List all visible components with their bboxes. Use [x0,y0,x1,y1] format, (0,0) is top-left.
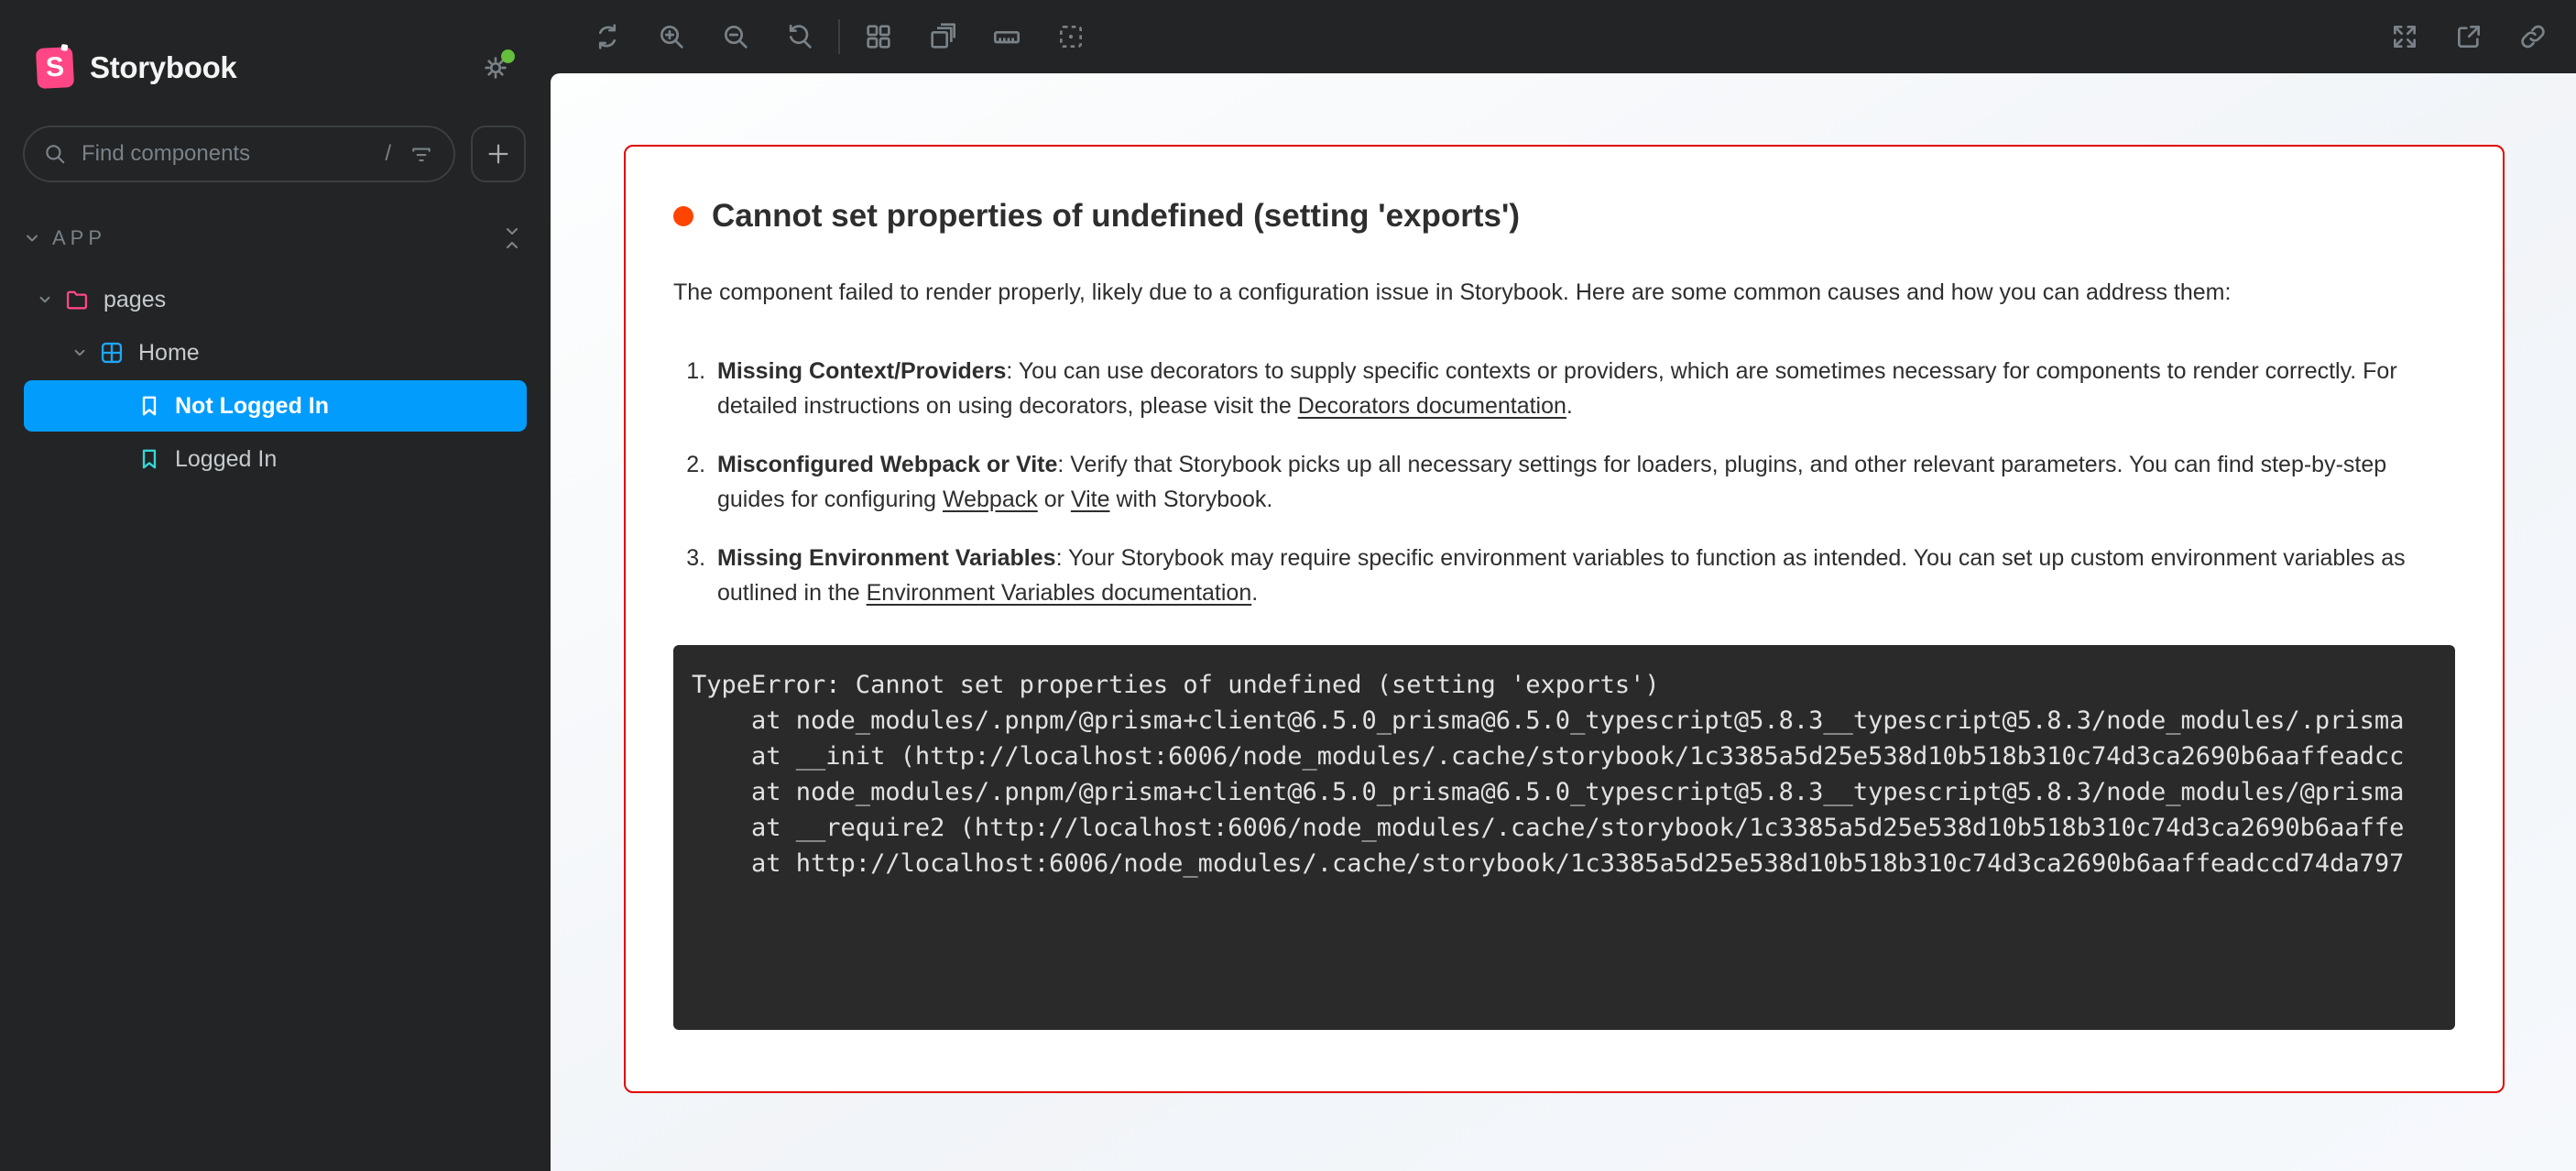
component-icon [99,340,125,366]
sidebar: S Storybook / [0,0,551,1171]
error-causes-list: Missing Context/Providers: You can use d… [673,354,2455,610]
filter-icon[interactable] [409,142,433,166]
search-icon [43,142,67,166]
toolbar-addons-group [864,22,1086,51]
error-dot-icon [673,206,693,226]
cause-term: Misconfigured Webpack or Vite [717,452,1057,477]
measure-icon[interactable] [992,22,1021,51]
toolbar-right-group [2390,22,2548,51]
stack-line: TypeError: Cannot set properties of unde… [692,667,2455,703]
chevron-down-icon[interactable] [71,345,88,361]
error-title: Cannot set properties of undefined (sett… [712,198,1520,235]
preview-canvas: Cannot set properties of undefined (sett… [551,73,2576,1171]
tree-folder-pages[interactable]: pages [24,274,527,325]
tree-item-label: Home [138,340,200,367]
notification-dot [501,49,515,63]
tree-story-not-logged-in[interactable]: Not Logged In [24,380,527,432]
logo-notch [60,44,68,51]
tree-item-label: Not Logged In [175,393,329,420]
bookmark-icon [137,447,161,471]
zoom-in-icon[interactable] [657,22,686,51]
brand-title[interactable]: Storybook [90,50,236,85]
toolbar-divider [838,19,840,54]
search-box[interactable]: / [23,126,455,182]
error-cause-item: Missing Context/Providers: You can use d… [712,354,2455,423]
outline-icon[interactable] [1056,22,1086,51]
bookmark-icon [137,394,161,418]
doc-link[interactable]: Webpack [943,487,1038,512]
open-new-tab-icon[interactable] [2454,22,2483,51]
doc-link[interactable]: Vite [1071,487,1110,512]
settings-button[interactable] [481,53,510,82]
tree-component-home[interactable]: Home [24,327,527,378]
cause-term: Missing Context/Providers [717,358,1006,384]
chevron-down-icon[interactable] [37,291,53,308]
remount-icon[interactable] [593,22,622,51]
doc-link[interactable]: Decorators documentation [1298,393,1566,419]
sidebar-section-app: APP [0,182,551,252]
zoom-out-icon[interactable] [721,22,750,51]
error-title-row: Cannot set properties of undefined (sett… [673,198,2455,235]
stack-line: at http://localhost:6006/node_modules/.c… [692,846,2455,881]
stack-line: at node_modules/.pnpm/@prisma+client@6.5… [692,774,2455,810]
fullscreen-icon[interactable] [2390,22,2419,51]
render-error-panel: Cannot set properties of undefined (sett… [624,145,2505,1093]
brand-row: S Storybook [0,0,551,88]
section-label: APP [52,226,106,250]
folder-icon [64,287,90,312]
error-cause-item: Missing Environment Variables: Your Stor… [712,541,2455,610]
stack-line: at __init (http://localhost:6006/node_mo… [692,739,2455,774]
zoom-reset-icon[interactable] [785,22,814,51]
doc-link[interactable]: Environment Variables documentation [867,580,1252,606]
plus-icon [485,140,512,168]
stack-line: at node_modules/.pnpm/@prisma+client@6.5… [692,703,2455,739]
tree-item-label: pages [104,287,166,313]
stack-trace-block[interactable]: TypeError: Cannot set properties of unde… [673,645,2455,1030]
grid-toggle-icon[interactable] [864,22,893,51]
collapse-all-icon[interactable] [501,224,523,252]
canvas-toolbar [551,0,2576,73]
tree-item-label: Logged In [175,446,277,473]
cause-term: Missing Environment Variables [717,545,1056,571]
create-story-button[interactable] [471,126,526,182]
copy-link-icon[interactable] [2518,22,2548,51]
toolbar-left-group [593,22,814,51]
component-tree: pages Home Not Logged In [0,272,551,487]
stack-line: at __require2 (http://localhost:6006/nod… [692,810,2455,846]
error-cause-item: Misconfigured Webpack or Vite: Verify th… [712,447,2455,517]
storybook-logo-icon[interactable]: S [36,47,74,89]
search-input[interactable] [80,140,372,168]
search-row: / [0,88,551,182]
logo-letter: S [45,51,65,83]
error-intro: The component failed to render properly,… [673,275,2455,310]
chevron-down-icon[interactable] [23,229,41,247]
search-shortcut-hint: / [385,141,391,167]
viewport-icon[interactable] [928,22,957,51]
tree-story-logged-in[interactable]: Logged In [24,433,527,485]
main-area: Cannot set properties of undefined (sett… [551,0,2576,1171]
